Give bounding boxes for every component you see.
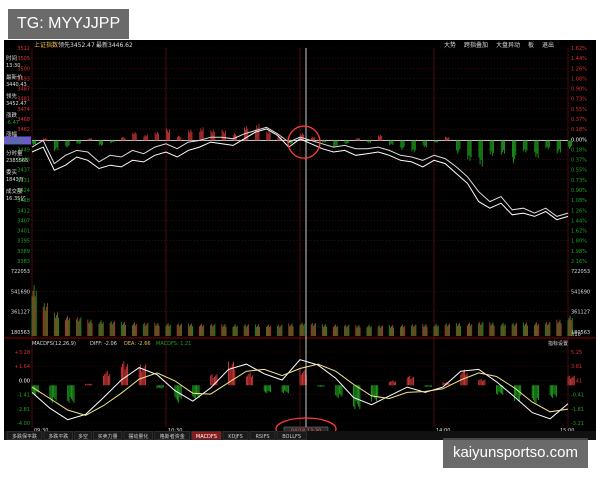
info-value: 2385565 [6,158,28,164]
price-tick-right: 1.62% [571,46,587,52]
info-label: 涨幅 [6,130,18,138]
info-label: 委买 [6,168,18,176]
macd-legend-hist: MACDFS: 1.21 [156,341,191,347]
macd-tick-right: -0.41 [571,393,584,399]
tab-label[interactable]: 买卖力量 [98,433,118,440]
info-label: 涨跌 [6,111,18,119]
price-tick-right: 0.90% [571,188,587,194]
lead-value: 3452.47 [70,42,95,49]
info-value: 3452.47 [6,101,27,107]
price-tick-left: 3505 [17,56,30,62]
price-tick-right: 1.26% [571,66,587,72]
price-tick-right: 1.44% [571,56,587,62]
latest-value: 3446.62 [108,42,133,49]
index-name: 上证指数 [34,41,58,49]
info-value: -0.37% [6,139,24,145]
tab-label[interactable]: 多跌平跌 [48,433,68,440]
volume-tick-right: 541690 [571,289,590,295]
price-tick-right: 0.90% [571,87,587,93]
macd-tick-left: 0.00 [19,378,30,384]
price-tick-left: 3512 [17,46,30,52]
latest-label: 最新 [96,41,108,49]
tab-label[interactable]: 格斯者资金 [160,433,185,440]
price-tick-right: 1.08% [571,198,587,204]
info-label: 分时量 [6,149,23,157]
volume-tick-left: 361127 [11,310,30,316]
price-tick-right: 0.18% [571,127,587,133]
volume-tick-left: 722053 [11,269,30,275]
macd-settings-button[interactable]: 指标设置 [548,340,568,347]
price-tick-left: 3395 [17,239,30,245]
info-label: 领先 [6,92,18,100]
price-tick-right: 0.73% [571,178,587,184]
price-tick-left: 3468 [17,117,30,123]
price-tick-right: 1.80% [571,239,587,245]
price-tick-left: 3407 [17,218,30,224]
header-button-2[interactable]: 大盘异动 [496,41,520,49]
price-tick-right: 1.98% [571,249,587,255]
macd-tick-right: -1.81 [571,407,584,413]
info-value: 16.35亿 [6,195,25,202]
macd-tick-left: -2.81 [17,407,30,413]
macd-tick-left: -4.00 [17,421,30,427]
macd-legend-name: MACDFS(12,26,9) [32,341,76,347]
macd-tick-right: 3.81 [571,364,582,370]
tab-label[interactable]: 摆动量化 [128,433,148,440]
info-label: 成交额 [6,187,23,195]
price-tick-left: 3437 [17,168,30,174]
tab-label[interactable]: RSIFS [255,434,269,440]
price-tick-right: 0.73% [571,97,587,103]
info-value: -6.47 [6,120,19,126]
volume-tick-right: 361127 [571,310,590,316]
info-value: 1843万 [6,177,24,183]
price-tick-left: 3383 [17,259,30,265]
macd-legend-diff: DIFF: -2.06 [90,341,117,347]
volume-tick-left: 541690 [11,289,30,295]
price-tick-left: 3412 [17,208,30,214]
price-tick-right: 1.08% [571,76,587,82]
price-tick-right: 1.26% [571,208,587,214]
tab-label[interactable]: KDJFS [228,434,243,440]
info-value: 3440.43 [6,82,27,88]
price-tick-left: 3401 [17,229,30,235]
macd-legend-dea: DEA: -2.66 [124,341,151,347]
volume-tick-right: 722053 [571,269,590,275]
macd-tick-left: +3.28 [15,350,30,356]
price-tick-right: 0.37% [571,158,587,164]
price-tick-right: 0.55% [571,168,587,174]
macd-tick-left: -1.41 [17,393,30,399]
info-label: 最新价 [6,73,23,81]
price-tick-right: 0.18% [571,147,587,153]
info-label: 时间 [6,54,17,62]
price-tick-right: 2.16% [571,259,587,265]
price-tick-right: 0.00% [571,137,587,143]
screenshot-frame: 上证指数 领先 3452.47 最新 3446.62 大势 跨指叠加 大盘异动板退出 3512 1… [0,0,600,480]
intraday-chart: 上证指数 领先 3452.47 最新 3446.62 大势 跨指叠加 大盘异动板退出3512 1… [4,41,596,440]
watermark-top: TG: MYYJJPP [8,9,130,39]
macd-tick-left: +1.64 [15,364,30,370]
trading-terminal: 上证指数 领先 3452.47 最新 3446.62 大势 跨指叠加 大盘异动板退出 3512 1… [4,40,596,440]
header-button-0[interactable]: 大势 [444,41,456,49]
price-tick-left: 3462 [17,127,30,133]
macd-tick-right: 5.25 [571,350,582,356]
price-tick-right: 0.55% [571,107,587,113]
macd-tick-right: -3.21 [571,421,584,427]
price-tick-left: 3474 [17,107,30,113]
price-tick-left: 3389 [17,249,30,255]
tab-label[interactable]: MACDFS [196,434,217,440]
tab-label[interactable]: BOLLFS [282,434,301,440]
price-tick-right: 0.37% [571,117,587,123]
volume-tick-left: 180563 [11,330,30,336]
price-tick-right: 1.62% [571,229,587,235]
tab-label[interactable]: 多跌保平跌 [12,433,37,440]
tab-label[interactable]: 多空 [78,433,88,440]
watermark-bottom: kaiyunsportso.com [442,438,588,468]
info-value: 13:30 [6,63,20,69]
price-tick-right: 1.44% [571,218,587,224]
